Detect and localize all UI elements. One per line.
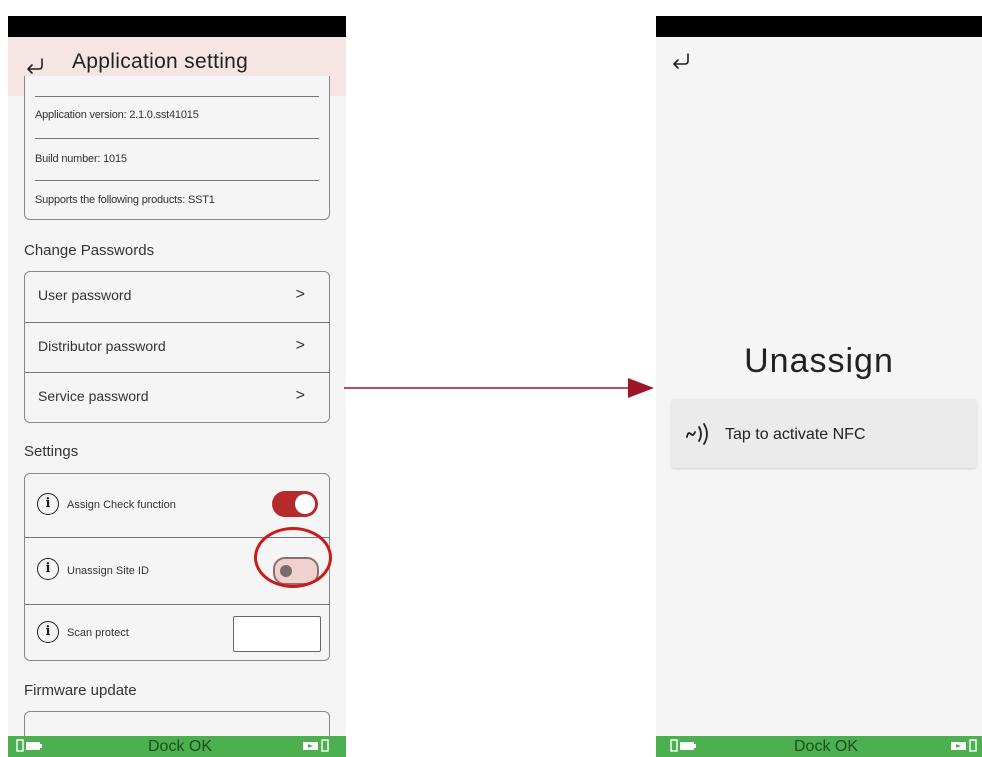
toggle-knob: [295, 494, 315, 514]
transition-arrow: [344, 378, 654, 398]
distributor-password-label: Distributor password: [38, 338, 166, 354]
settings-heading: Settings: [24, 443, 79, 460]
distributor-password-row[interactable]: Distributor password >: [25, 322, 329, 372]
back-arrow-icon[interactable]: [24, 57, 46, 75]
back-arrow-icon[interactable]: [670, 52, 692, 70]
activate-nfc-button[interactable]: Tap to activate NFC: [671, 399, 977, 468]
dock-status-text: Dock OK: [148, 738, 213, 755]
app-info-card: Application version: 2.1.0.sst41015 Buil…: [24, 76, 330, 220]
chevron-right-icon: >: [295, 286, 305, 303]
divider: [35, 180, 319, 181]
service-password-label: Service password: [38, 388, 149, 404]
scan-protect-input[interactable]: [233, 616, 321, 652]
dock-charging-icon: [302, 739, 329, 753]
passwords-card: User password > Distributor password > S…: [24, 271, 330, 423]
device-battery-icon: [670, 739, 696, 753]
status-bar: [656, 16, 982, 37]
info-icon[interactable]: i: [37, 558, 59, 580]
build-number-text: Build number: 1015: [35, 153, 127, 165]
scan-protect-label: Scan protect: [67, 627, 129, 639]
page-title: Application setting: [72, 50, 249, 73]
divider: [35, 138, 319, 139]
highlight-annotation-circle: [254, 527, 332, 588]
chevron-right-icon: >: [295, 387, 305, 404]
app-version-text: Application version: 2.1.0.sst41015: [35, 109, 199, 121]
service-password-row[interactable]: Service password >: [25, 372, 329, 422]
dock-status-bar: Dock OK: [656, 736, 982, 757]
unassign-screen: Unassign Tap to activate NFC Dock OK: [656, 16, 982, 757]
firmware-update-heading: Firmware update: [24, 682, 137, 699]
supported-products-text: Supports the following products: SST1: [35, 194, 215, 206]
change-passwords-heading: Change Passwords: [24, 242, 155, 259]
chevron-right-icon: >: [295, 337, 305, 354]
assign-check-toggle[interactable]: [272, 491, 318, 517]
status-bar: [8, 16, 346, 37]
unassign-title: Unassign: [744, 342, 894, 380]
assign-check-label: Assign Check function: [67, 499, 176, 511]
application-setting-screen: Application setting Application version:…: [8, 16, 346, 757]
info-icon[interactable]: i: [37, 621, 59, 643]
user-password-label: User password: [38, 287, 132, 303]
dock-status-text: Dock OK: [794, 738, 859, 755]
device-battery-icon: [16, 739, 42, 753]
info-icon[interactable]: i: [37, 493, 59, 515]
activate-nfc-label: Tap to activate NFC: [725, 426, 866, 443]
nfc-icon: [685, 423, 711, 445]
scan-protect-row: i Scan protect: [25, 605, 329, 669]
dock-status-bar: Dock OK: [8, 736, 346, 757]
dock-charging-icon: [950, 739, 977, 753]
unassign-site-id-label: Unassign Site ID: [67, 565, 149, 577]
user-password-row[interactable]: User password >: [25, 272, 329, 321]
divider: [35, 96, 319, 97]
